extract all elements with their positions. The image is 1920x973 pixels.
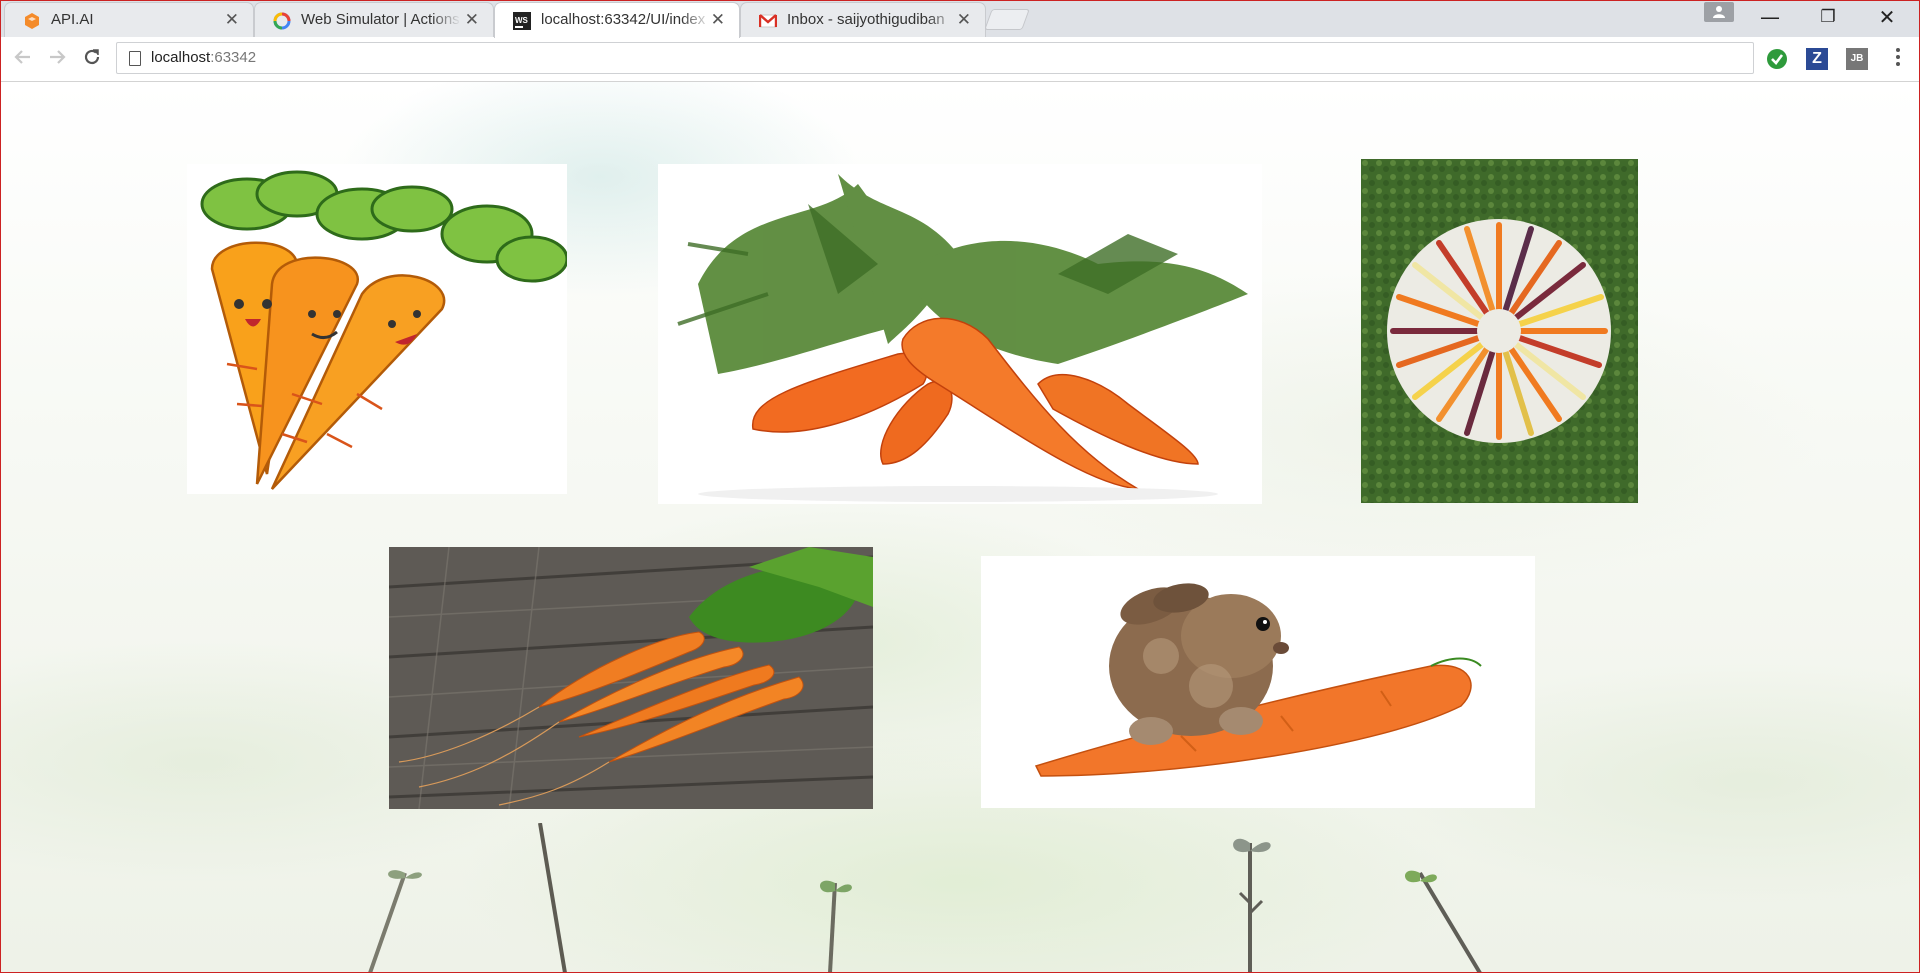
svg-text:WS: WS [515,16,529,25]
carrot-circle-photo [1361,159,1638,503]
sprout-decoration [368,870,422,973]
restore-button[interactable]: ❐ [1808,4,1848,30]
tab-strip: API.AI ✕ Web Simulator | Actions ✕ WS lo… [0,0,1920,38]
forward-button[interactable] [44,46,70,72]
carrots-on-wood-photo [389,547,873,809]
sprout-decoration [1405,870,1482,973]
chrome-menu-icon[interactable] [1895,48,1901,70]
back-button[interactable] [10,46,36,72]
address-bar[interactable]: localhost:63342 [116,42,1754,74]
close-tab-icon[interactable]: ✕ [957,10,971,30]
tab-title: API.AI [51,11,221,28]
cartoon-carrots-illustration [187,164,567,494]
page-content [0,82,1920,973]
tab-localhost[interactable]: WS localhost:63342/UI/index ✕ [494,2,740,38]
reload-icon [84,49,100,65]
profile-button[interactable] [1704,2,1734,22]
tab-title: Web Simulator | Actions [301,11,461,28]
sprout-decoration [1233,838,1271,973]
tab-title: localhost:63342/UI/index [541,11,711,28]
cartoon-carrots-image [187,164,567,494]
zotero-z-icon[interactable]: Z [1806,48,1828,70]
gmail-icon [759,14,777,28]
close-tab-icon[interactable]: ✕ [225,10,239,30]
carrot-circle-image [1361,159,1638,503]
tab-gmail[interactable]: Inbox - saijyothigudiban ✕ [740,2,986,37]
tab-api-ai[interactable]: API.AI ✕ [4,2,254,37]
reload-button[interactable] [79,46,105,72]
sprout-decoration [538,823,567,973]
bunny-carrot-photo [981,556,1535,808]
close-tab-icon[interactable]: ✕ [711,10,725,30]
new-tab-button[interactable] [984,9,1030,30]
minimize-button[interactable]: — [1750,4,1790,30]
back-arrow-icon [14,50,30,64]
person-icon [1713,6,1725,18]
sprout-decoration [820,880,852,973]
close-tab-icon[interactable]: ✕ [465,10,479,30]
carrot-bunch-photo [658,164,1262,504]
carrot-bunch-image [658,164,1262,504]
forward-arrow-icon [50,50,66,64]
bunny-carrot-image [981,556,1535,808]
close-window-button[interactable]: ✕ [1867,4,1907,30]
browser-toolbar: localhost:63342 Z JB [0,37,1920,82]
carrots-on-wood-image [389,547,873,809]
jetbrains-jb-icon[interactable]: JB [1846,48,1868,70]
url-text[interactable]: localhost:63342 [151,49,256,66]
api-ai-icon [25,13,39,29]
green-check-icon[interactable] [1766,48,1788,70]
tab-title: Inbox - saijyothigudiban [787,11,957,28]
google-icon [273,12,291,30]
webstorm-icon: WS [513,12,531,30]
page-info-icon[interactable] [129,51,141,66]
tab-web-simulator[interactable]: Web Simulator | Actions ✕ [254,2,494,37]
